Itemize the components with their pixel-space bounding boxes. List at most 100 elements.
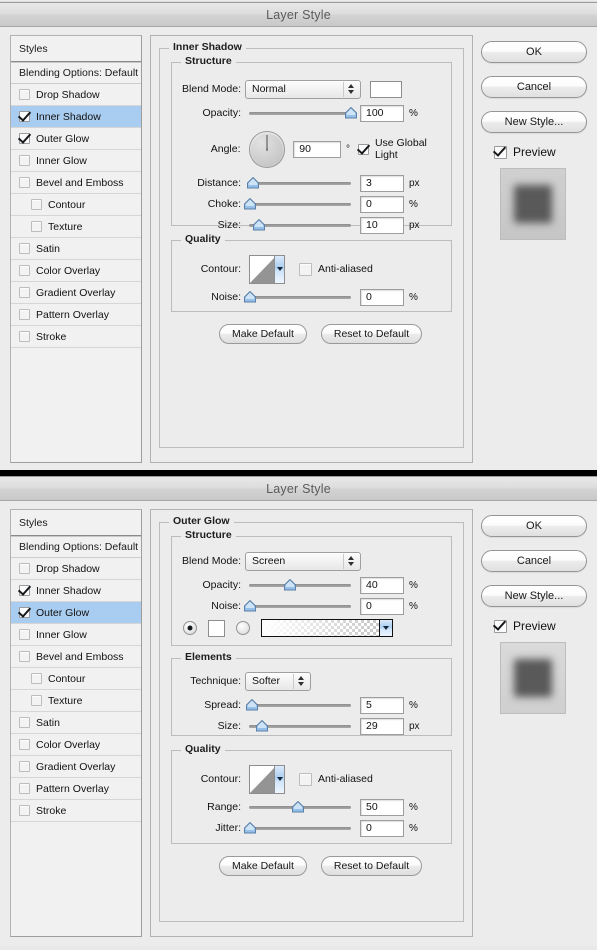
checkbox-pattern-overlay[interactable] [19,783,30,794]
opacity-field[interactable]: 100 [360,104,404,122]
sidebar-item-color-overlay[interactable]: Color Overlay [11,260,141,282]
checkbox-texture[interactable] [31,221,42,232]
size-slider[interactable] [249,719,351,733]
sidebar-item-outer-glow[interactable]: Outer Glow [11,128,141,150]
sidebar-item-gradient-overlay[interactable]: Gradient Overlay [11,756,141,778]
sidebar-item-blending-options[interactable]: Blending Options: Default [11,536,141,558]
ok-button-1[interactable]: OK [481,41,587,63]
slider-thumb[interactable] [244,198,257,210]
sidebar-item-pattern-overlay[interactable]: Pattern Overlay [11,304,141,326]
sidebar-item-satin[interactable]: Satin [11,712,141,734]
checkbox-anti-aliased-2[interactable] [299,772,312,786]
sidebar-item-satin[interactable]: Satin [11,238,141,260]
size-field[interactable]: 10 [360,216,404,234]
distance-field[interactable]: 3 [360,174,404,192]
sidebar-item-inner-shadow[interactable]: Inner Shadow [11,106,141,128]
slider-thumb[interactable] [345,107,358,119]
jitter-slider[interactable] [244,821,351,835]
slider-thumb[interactable] [244,600,257,612]
slider-thumb[interactable] [291,801,304,813]
checkbox-inner-shadow[interactable] [19,585,30,596]
checkbox-drop-shadow[interactable] [19,563,30,574]
contour-picker[interactable] [249,254,285,284]
checkbox-color-overlay[interactable] [19,739,30,750]
slider-thumb[interactable] [246,699,259,711]
cancel-button-1[interactable]: Cancel [481,76,587,98]
checkbox-bevel-and-emboss[interactable] [19,651,30,662]
sidebar-item-inner-glow[interactable]: Inner Glow [11,624,141,646]
radio-glow-gradient[interactable] [236,621,250,635]
sidebar-item-outer-glow[interactable]: Outer Glow [11,602,141,624]
cancel-button-2[interactable]: Cancel [481,550,587,572]
checkbox-contour[interactable] [31,673,42,684]
checkbox-preview-2[interactable] [494,619,507,633]
sidebar-item-stroke[interactable]: Stroke [11,326,141,348]
opacity-slider[interactable] [249,106,357,120]
checkbox-color-overlay[interactable] [19,265,30,276]
slider-thumb[interactable] [253,219,266,231]
sidebar-item-pattern-overlay[interactable]: Pattern Overlay [11,778,141,800]
jitter-field[interactable]: 0 [360,819,404,837]
checkbox-gradient-overlay[interactable] [19,761,30,772]
size-field[interactable]: 29 [360,717,404,735]
checkbox-satin[interactable] [19,717,30,728]
sidebar-header-styles[interactable]: Styles [11,510,141,536]
technique-select[interactable]: Softer [245,671,311,691]
contour-picker[interactable] [249,764,285,794]
glow-gradient-picker[interactable] [261,619,393,637]
sidebar-item-bevel-and-emboss[interactable]: Bevel and Emboss [11,646,141,668]
slider-thumb[interactable] [247,177,260,189]
noise-slider[interactable] [244,290,351,304]
checkbox-inner-glow[interactable] [19,155,30,166]
sidebar-item-color-overlay[interactable]: Color Overlay [11,734,141,756]
sidebar-item-drop-shadow[interactable]: Drop Shadow [11,558,141,580]
checkbox-outer-glow[interactable] [19,607,30,618]
slider-thumb[interactable] [244,291,257,303]
new-style-button-1[interactable]: New Style... [481,111,587,133]
checkbox-texture[interactable] [31,695,42,706]
angle-field[interactable]: 90 [293,140,341,158]
checkbox-anti-aliased-1[interactable] [299,262,312,276]
checkbox-gradient-overlay[interactable] [19,287,30,298]
slider-thumb[interactable] [256,720,269,732]
dialog-titlebar-2[interactable]: Layer Style [0,477,597,501]
sidebar-item-gradient-overlay[interactable]: Gradient Overlay [11,282,141,304]
checkbox-satin[interactable] [19,243,30,254]
checkbox-stroke[interactable] [19,805,30,816]
sidebar-item-texture[interactable]: Texture [11,690,141,712]
contour-dropdown-button[interactable] [274,255,284,283]
checkbox-bevel-and-emboss[interactable] [19,177,30,188]
ok-button-2[interactable]: OK [481,515,587,537]
sidebar-header-styles[interactable]: Styles [11,36,141,62]
checkbox-stroke[interactable] [19,331,30,342]
opacity-slider[interactable] [249,578,351,592]
sidebar-item-texture[interactable]: Texture [11,216,141,238]
checkbox-inner-glow[interactable] [19,629,30,640]
shadow-color-swatch[interactable] [370,80,402,98]
blend-mode-select[interactable]: Screen [245,551,361,571]
checkbox-outer-glow[interactable] [19,133,30,144]
checkbox-contour[interactable] [31,199,42,210]
noise-field[interactable]: 0 [360,288,404,306]
opacity-field[interactable]: 40 [360,576,404,594]
choke-slider[interactable] [244,197,351,211]
choke-field[interactable]: 0 [360,195,404,213]
reset-to-default-button-2[interactable]: Reset to Default [320,856,423,876]
checkbox-drop-shadow[interactable] [19,89,30,100]
glow-color-swatch[interactable] [208,619,225,637]
sidebar-item-stroke[interactable]: Stroke [11,800,141,822]
radio-glow-solid-color[interactable] [183,621,197,635]
sidebar-item-inner-shadow[interactable]: Inner Shadow [11,580,141,602]
sidebar-item-drop-shadow[interactable]: Drop Shadow [11,84,141,106]
sidebar-item-contour[interactable]: Contour [11,194,141,216]
new-style-button-2[interactable]: New Style... [481,585,587,607]
noise-slider[interactable] [244,599,351,613]
checkbox-use-global-light[interactable] [357,143,369,155]
angle-dial[interactable] [248,130,286,168]
slider-thumb[interactable] [283,579,296,591]
contour-dropdown-button[interactable] [274,765,284,793]
sidebar-item-contour[interactable]: Contour [11,668,141,690]
checkbox-preview-1[interactable] [494,145,507,159]
dialog-titlebar-1[interactable]: Layer Style [0,3,597,27]
size-slider[interactable] [249,218,351,232]
